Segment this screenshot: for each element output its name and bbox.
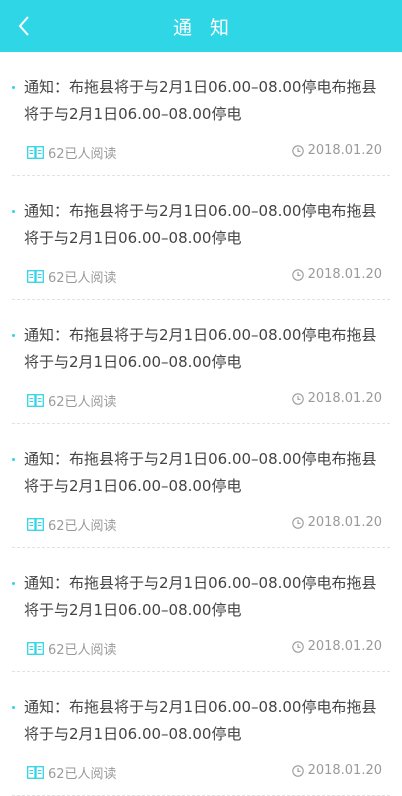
notice-item[interactable]: 通知：布拖县将于与2月1日06.00–08.00停电布拖县将于与2月1日06.0…: [12, 672, 390, 796]
notice-meta: 62已人阅读 2018.01.20: [12, 763, 390, 782]
bullet-dot: [12, 458, 15, 461]
bullet-dot: [12, 334, 15, 337]
clock-icon: [291, 640, 304, 653]
notice-meta: 62已人阅读 2018.01.20: [12, 639, 390, 658]
clock-icon: [291, 516, 304, 529]
notice-meta: 62已人阅读 2018.01.20: [12, 143, 390, 162]
book-icon: [27, 270, 44, 283]
read-count: 62已人阅读: [27, 267, 117, 286]
book-icon: [27, 146, 44, 159]
read-count: 62已人阅读: [27, 763, 117, 782]
notice-date: 2018.01.20: [291, 639, 382, 654]
date-text: 2018.01.20: [307, 639, 382, 654]
date-text: 2018.01.20: [307, 391, 382, 406]
notice-text: 通知：布拖县将于与2月1日06.00–08.00停电布拖县将于与2月1日06.0…: [24, 326, 377, 371]
date-text: 2018.01.20: [307, 143, 382, 158]
book-icon: [27, 394, 44, 407]
page-title: 通 知: [172, 16, 236, 39]
book-icon: [27, 518, 44, 531]
read-count: 62已人阅读: [27, 143, 117, 162]
notice-date: 2018.01.20: [291, 391, 382, 406]
read-count: 62已人阅读: [27, 391, 117, 410]
date-text: 2018.01.20: [307, 515, 382, 530]
bullet-dot: [12, 210, 15, 213]
read-count-text: 62已人阅读: [48, 395, 117, 410]
notice-list: 通知：布拖县将于与2月1日06.00–08.00停电布拖县将于与2月1日06.0…: [0, 52, 402, 796]
bullet-dot: [12, 706, 15, 709]
notice-text: 通知：布拖县将于与2月1日06.00–08.00停电布拖县将于与2月1日06.0…: [24, 78, 377, 123]
bullet-dot: [12, 582, 15, 585]
notice-text: 通知：布拖县将于与2月1日06.00–08.00停电布拖县将于与2月1日06.0…: [24, 450, 377, 495]
read-count-text: 62已人阅读: [48, 767, 117, 782]
header-bar: 通 知: [0, 0, 402, 52]
notice-item[interactable]: 通知：布拖县将于与2月1日06.00–08.00停电布拖县将于与2月1日06.0…: [12, 52, 390, 176]
clock-icon: [291, 144, 304, 157]
read-count-text: 62已人阅读: [48, 643, 117, 658]
book-icon: [27, 642, 44, 655]
book-icon: [27, 766, 44, 779]
date-text: 2018.01.20: [307, 267, 382, 282]
read-count: 62已人阅读: [27, 515, 117, 534]
clock-icon: [291, 268, 304, 281]
notice-date: 2018.01.20: [291, 267, 382, 282]
notice-meta: 62已人阅读 2018.01.20: [12, 515, 390, 534]
back-button[interactable]: [8, 10, 40, 42]
notice-date: 2018.01.20: [291, 515, 382, 530]
date-text: 2018.01.20: [307, 763, 382, 778]
notice-meta: 62已人阅读 2018.01.20: [12, 267, 390, 286]
notice-meta: 62已人阅读 2018.01.20: [12, 391, 390, 410]
notice-item[interactable]: 通知：布拖县将于与2月1日06.00–08.00停电布拖县将于与2月1日06.0…: [12, 548, 390, 672]
notice-item[interactable]: 通知：布拖县将于与2月1日06.00–08.00停电布拖县将于与2月1日06.0…: [12, 424, 390, 548]
bullet-dot: [12, 86, 15, 89]
read-count-text: 62已人阅读: [48, 147, 117, 162]
chevron-left-icon: [18, 16, 29, 36]
notice-date: 2018.01.20: [291, 143, 382, 158]
notice-text: 通知：布拖县将于与2月1日06.00–08.00停电布拖县将于与2月1日06.0…: [24, 698, 377, 743]
read-count-text: 62已人阅读: [48, 519, 117, 534]
notice-text: 通知：布拖县将于与2月1日06.00–08.00停电布拖县将于与2月1日06.0…: [24, 574, 377, 619]
clock-icon: [291, 392, 304, 405]
notice-date: 2018.01.20: [291, 763, 382, 778]
clock-icon: [291, 764, 304, 777]
notice-item[interactable]: 通知：布拖县将于与2月1日06.00–08.00停电布拖县将于与2月1日06.0…: [12, 176, 390, 300]
read-count: 62已人阅读: [27, 639, 117, 658]
notice-text: 通知：布拖县将于与2月1日06.00–08.00停电布拖县将于与2月1日06.0…: [24, 202, 377, 247]
read-count-text: 62已人阅读: [48, 271, 117, 286]
notice-item[interactable]: 通知：布拖县将于与2月1日06.00–08.00停电布拖县将于与2月1日06.0…: [12, 300, 390, 424]
